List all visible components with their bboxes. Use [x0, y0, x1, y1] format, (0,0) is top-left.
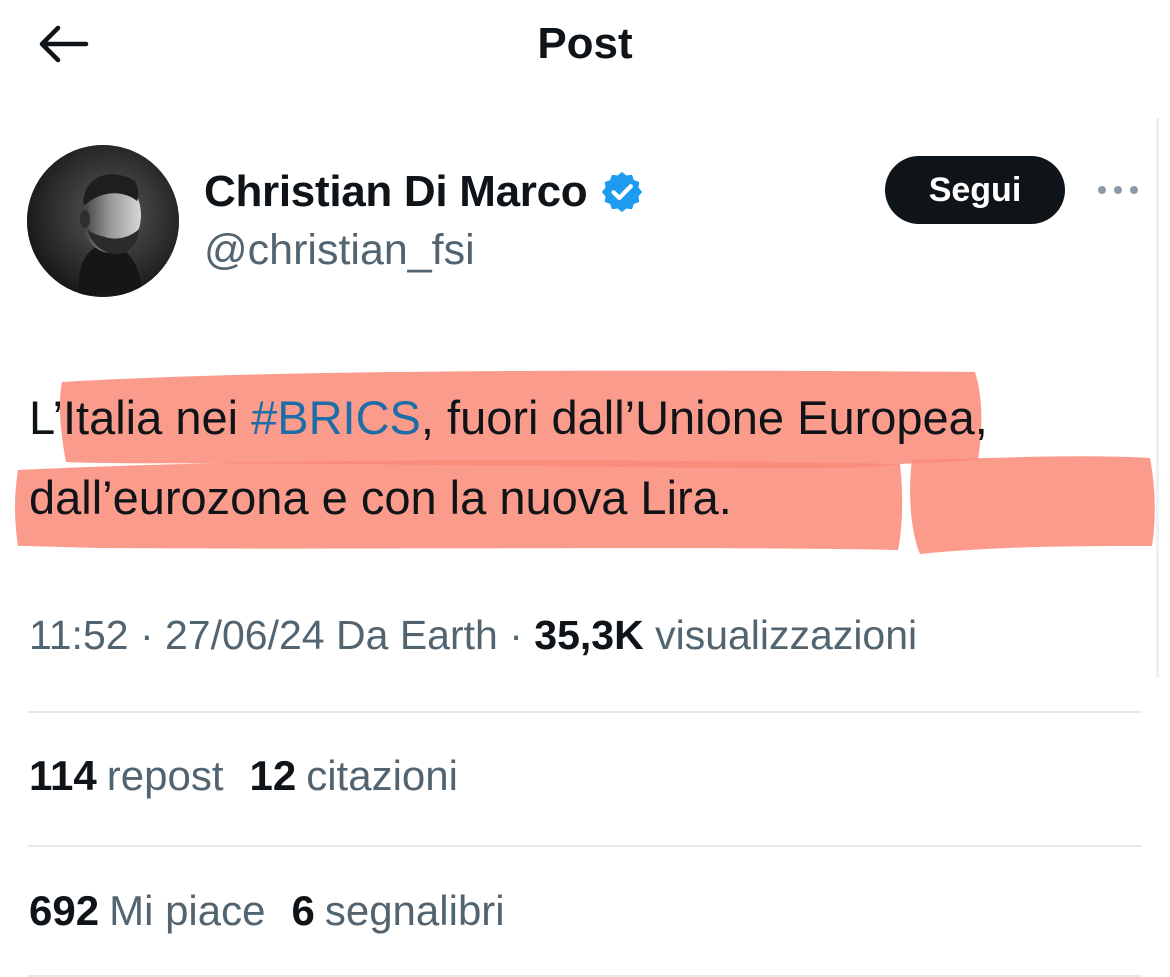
avatar[interactable]: [27, 145, 179, 297]
likes-label: Mi piace: [109, 887, 266, 934]
meta-separator: ·: [497, 612, 535, 658]
verified-badge-icon: [599, 169, 645, 215]
post-source: Da Earth: [336, 612, 498, 658]
post-text: L’Italia nei #BRICS, fuori dall’Unione E…: [29, 378, 1139, 538]
quotes-count: 12: [249, 752, 297, 799]
bookmarks-count: 6: [291, 887, 315, 934]
more-horizontal-icon: [1098, 186, 1138, 194]
bookmarks-label: segnalibri: [324, 887, 505, 934]
bookmarks-stat[interactable]: 6 segnalibri: [291, 887, 504, 935]
divider: [28, 845, 1142, 847]
reposts-stats-row: 114 repost 12 citazioni: [29, 752, 484, 800]
author-handle[interactable]: @christian_fsi: [204, 226, 475, 275]
likes-stats-row: 692 Mi piace 6 segnalibri: [29, 887, 531, 935]
views-label: visualizzazioni: [655, 612, 918, 658]
more-button[interactable]: [1088, 170, 1148, 210]
reposts-label: repost: [106, 752, 224, 799]
likes-count: 692: [29, 887, 100, 934]
likes-stat[interactable]: 692 Mi piace: [29, 887, 265, 935]
author-display-name: Christian Di Marco: [204, 167, 588, 216]
reposts-count: 114: [29, 752, 97, 799]
follow-button[interactable]: Segui: [885, 156, 1065, 224]
top-bar: Post: [0, 0, 1170, 90]
author-name-row[interactable]: Christian Di Marco: [204, 160, 645, 224]
reposts-stat[interactable]: 114 repost: [29, 752, 224, 800]
post-text-part1: L’Italia nei: [29, 391, 252, 444]
hashtag-link[interactable]: #BRICS: [251, 391, 421, 444]
quotes-stat[interactable]: 12 citazioni: [250, 752, 458, 800]
views-count: 35,3K: [534, 612, 644, 658]
divider: [28, 711, 1142, 713]
post-meta: 11:52 · 27/06/24 Da Earth · 35,3K visual…: [29, 612, 917, 659]
quotes-label: citazioni: [306, 752, 458, 799]
meta-separator: ·: [128, 612, 165, 658]
post-time[interactable]: 11:52: [29, 612, 129, 658]
post-date[interactable]: 27/06/24: [165, 612, 325, 658]
page-title: Post: [537, 19, 633, 68]
